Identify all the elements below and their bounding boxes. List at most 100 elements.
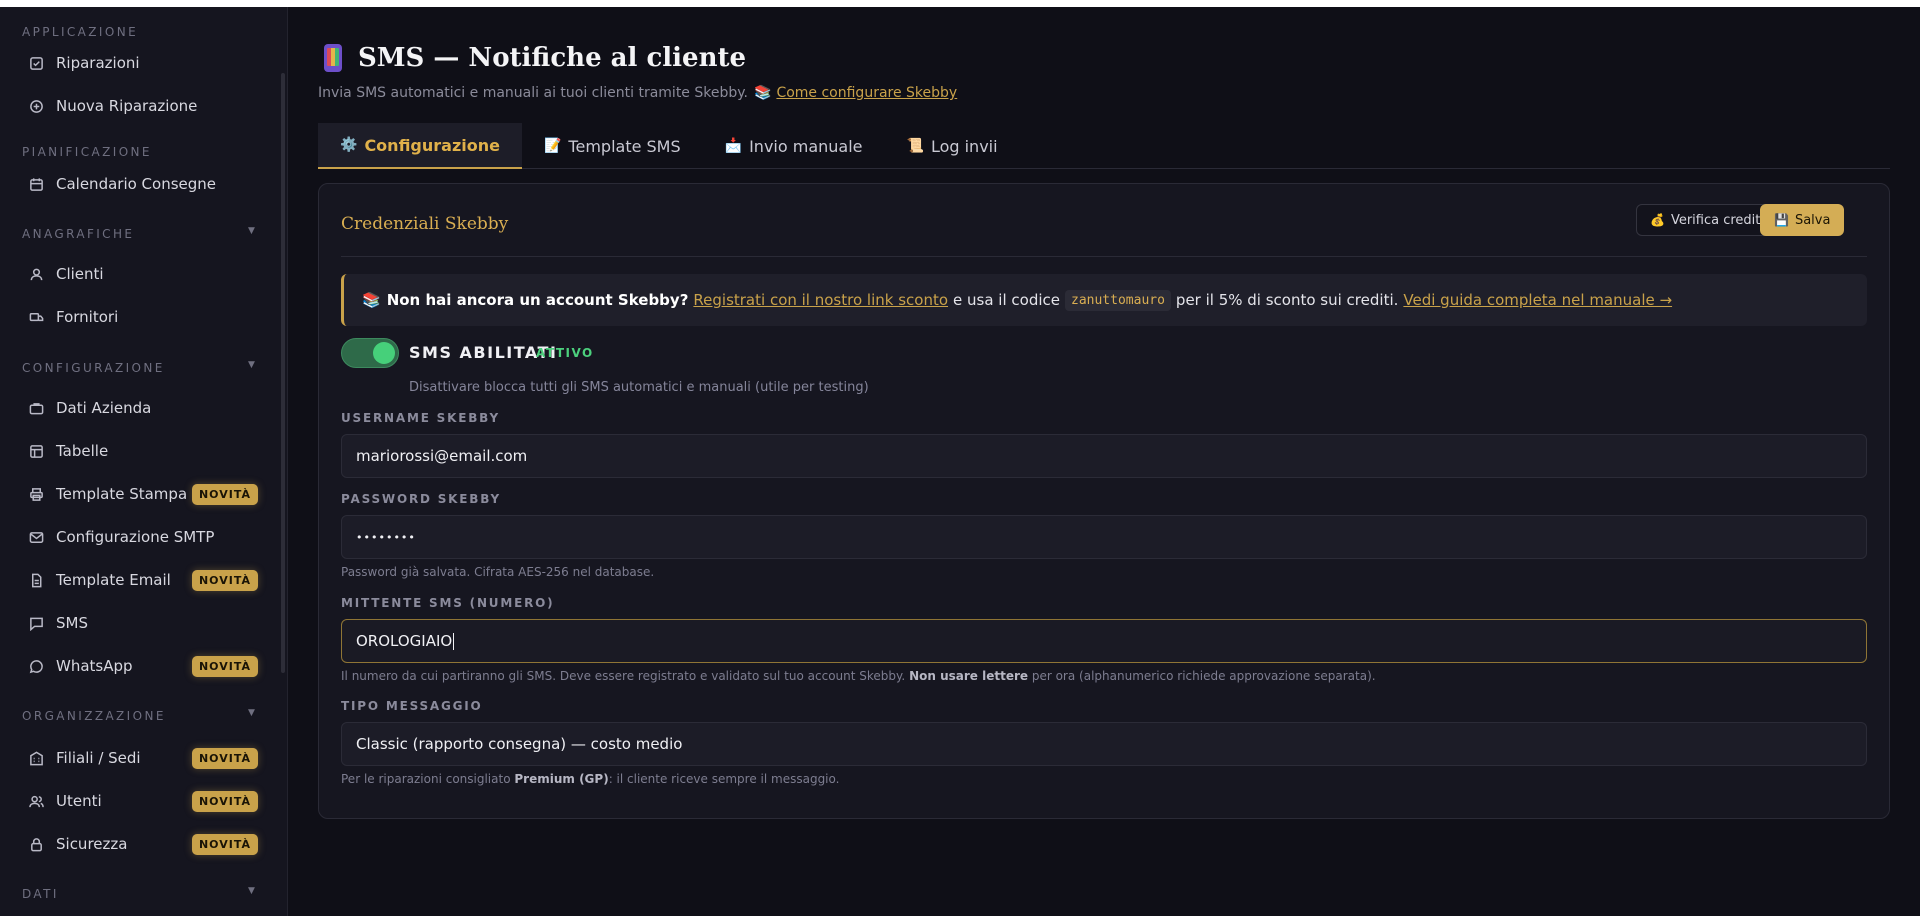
envelope-icon: 📩 (724, 138, 743, 154)
file-icon (28, 572, 44, 588)
page-title: SMS — Notifiche al cliente (324, 43, 746, 73)
sidebar-item-label: Tabelle (56, 442, 109, 460)
briefcase-icon (28, 400, 44, 416)
browser-top-strip (0, 0, 1920, 7)
tab-bar: ⚙️ Configurazione 📝 Template SMS 📩 Invio… (318, 123, 1890, 169)
message-type-help: Per le riparazioni consigliato Premium (… (341, 772, 840, 786)
section-pianificazione: PIANIFICAZIONE (22, 145, 152, 159)
sidebar-item-label: Template Stampa (56, 485, 188, 503)
books-icon: 📚 (362, 291, 381, 309)
new-badge: NOVITÀ (191, 747, 258, 769)
sidebar-item-template-stampa[interactable]: Template Stampa NOVITÀ (16, 477, 264, 511)
manual-guide-link[interactable]: Vedi guida completa nel manuale → (1403, 291, 1672, 309)
chevron-down-icon: ▼ (248, 226, 258, 236)
tab-log-invii[interactable]: 📜 Log invii (885, 123, 1020, 169)
sidebar-item-label: SMS (56, 614, 88, 632)
main-content: SMS — Notifiche al cliente Invia SMS aut… (288, 7, 1920, 916)
section-anagrafiche[interactable]: ANAGRAFICHE ▼ (22, 226, 255, 241)
sidebar-item-clienti[interactable]: Clienti (16, 257, 264, 291)
signup-notice: 📚 Non hai ancora un account Skebby? Regi… (341, 274, 1867, 326)
printer-icon (28, 486, 44, 502)
truck-icon (28, 309, 44, 325)
sidebar-item-fornitori[interactable]: Fornitori (16, 300, 264, 334)
sidebar-scrollbar[interactable] (281, 73, 285, 673)
save-button[interactable]: 💾 Salva (1760, 204, 1845, 236)
sidebar-item-label: Filiali / Sedi (56, 749, 141, 767)
skebby-credentials-card: Credenziali Skebby 💰 Verifica credito 💾 … (318, 183, 1890, 819)
sidebar-item-template-email[interactable]: Template Email NOVITÀ (16, 563, 264, 597)
sidebar: APPLICAZIONE Riparazioni Nuova Riparazio… (0, 7, 288, 916)
users-icon (28, 793, 44, 809)
sender-field[interactable]: OROLOGIAIO (341, 619, 1867, 663)
new-badge: NOVITÀ (191, 790, 258, 812)
skebby-setup-link[interactable]: Come configurare Skebby (776, 85, 957, 101)
discount-code: zanuttomauro (1065, 289, 1171, 311)
text-cursor (453, 632, 455, 650)
password-label: PASSWORD SKEBBY (341, 492, 502, 506)
sender-help: Il numero da cui partiranno gli SMS. Dev… (341, 669, 1376, 683)
username-field[interactable]: mariorossi@email.com (341, 434, 1867, 478)
divider (341, 256, 1867, 257)
new-badge: NOVITÀ (191, 483, 258, 505)
mail-icon (28, 529, 44, 545)
password-field[interactable]: •••••••• (341, 515, 1867, 559)
new-badge: NOVITÀ (191, 833, 258, 855)
toggle-help-text: Disattivare blocca tutti gli SMS automat… (409, 380, 869, 395)
sms-enabled-toggle[interactable] (341, 338, 399, 368)
floppy-disk-icon: 💾 (1774, 213, 1789, 227)
sidebar-item-filiali-sedi[interactable]: Filiali / Sedi NOVITÀ (16, 741, 264, 775)
chevron-down-icon: ▼ (248, 708, 258, 718)
tab-invio-manuale[interactable]: 📩 Invio manuale (703, 123, 885, 169)
table-icon (28, 443, 44, 459)
plus-circle-icon (28, 98, 44, 114)
password-help: Password già salvata. Cifrata AES-256 ne… (341, 565, 655, 579)
sidebar-item-dati-azienda[interactable]: Dati Azienda (16, 391, 264, 425)
tab-template-sms[interactable]: 📝 Template SMS (522, 123, 703, 169)
sidebar-item-label: Nuova Riparazione (56, 97, 198, 115)
sidebar-item-label: Utenti (56, 792, 102, 810)
sidebar-item-sicurezza[interactable]: Sicurezza NOVITÀ (16, 827, 264, 861)
sidebar-item-label: Dati Azienda (56, 399, 152, 417)
check-square-icon (28, 55, 44, 71)
sidebar-item-tabelle[interactable]: Tabelle (16, 434, 264, 468)
sidebar-item-utenti[interactable]: Utenti NOVITÀ (16, 784, 264, 818)
message-type-label: TIPO MESSAGGIO (341, 699, 483, 713)
mobile-phone-icon (324, 44, 342, 72)
sidebar-item-label: Clienti (56, 265, 104, 283)
sidebar-item-riparazioni[interactable]: Riparazioni (16, 46, 264, 80)
card-title: Credenziali Skebby (341, 214, 509, 234)
section-configurazione[interactable]: CONFIGURAZIONE ▼ (22, 360, 255, 375)
toggle-knob (373, 342, 395, 364)
sidebar-item-calendario-consegne[interactable]: Calendario Consegne (16, 167, 264, 201)
sidebar-item-nuova-riparazione[interactable]: Nuova Riparazione (16, 89, 264, 123)
section-applicazione: APPLICAZIONE (22, 25, 139, 39)
user-icon (28, 266, 44, 282)
page-subtitle: Invia SMS automatici e manuali ai tuoi c… (318, 85, 958, 101)
sidebar-item-label: Sicurezza (56, 835, 128, 853)
sender-label: MITTENTE SMS (NUMERO) (341, 596, 555, 610)
message-square-icon (28, 615, 44, 631)
sidebar-item-sms[interactable]: SMS (16, 606, 264, 640)
status-badge: ATTIVO (536, 346, 594, 360)
sidebar-item-label: WhatsApp (56, 657, 133, 675)
section-dati[interactable]: DATI ▼ (22, 886, 255, 901)
message-circle-icon (28, 658, 44, 674)
chevron-down-icon: ▼ (248, 886, 258, 896)
scroll-icon: 📜 (906, 138, 924, 154)
building-icon (28, 750, 44, 766)
section-organizzazione[interactable]: ORGANIZZAZIONE ▼ (22, 708, 255, 723)
memo-icon: 📝 (543, 138, 562, 154)
tab-configurazione[interactable]: ⚙️ Configurazione (318, 123, 522, 169)
sidebar-item-configurazione-smtp[interactable]: Configurazione SMTP (16, 520, 264, 554)
message-type-select[interactable]: Classic (rapporto consegna) — costo medi… (341, 722, 1867, 766)
discount-signup-link[interactable]: Registrati con il nostro link sconto (693, 291, 948, 309)
book-icon: 📚 (754, 85, 772, 101)
sidebar-item-label: Template Email (56, 571, 171, 589)
new-badge: NOVITÀ (191, 655, 258, 677)
new-badge: NOVITÀ (191, 569, 258, 591)
chevron-down-icon: ▼ (248, 360, 258, 370)
calendar-icon (28, 176, 44, 192)
lock-icon (28, 836, 44, 852)
sidebar-item-whatsapp[interactable]: WhatsApp NOVITÀ (16, 649, 264, 683)
sidebar-item-label: Riparazioni (56, 54, 140, 72)
